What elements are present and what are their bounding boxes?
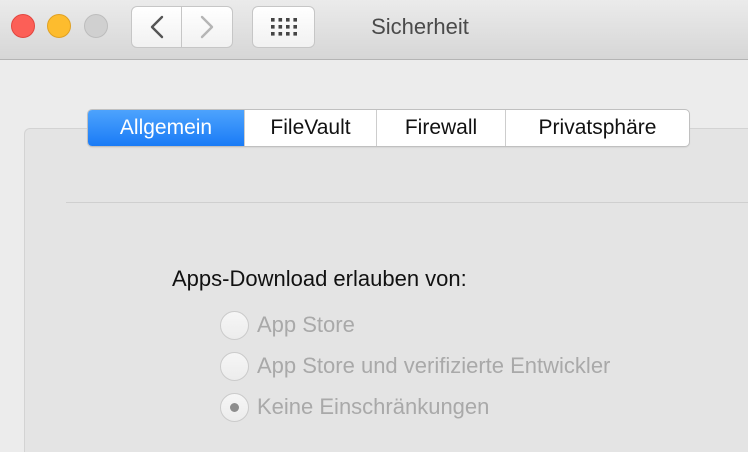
tab-bar: Allgemein FileVault Firewall Privatsphär… — [87, 109, 690, 147]
window-title: Sicherheit — [371, 14, 469, 39]
radio-option-app-store[interactable]: App Store — [220, 309, 355, 341]
chevron-left-icon — [150, 15, 163, 39]
radio-label: App Store und verifizierte Entwickler — [257, 353, 611, 378]
section-divider — [66, 202, 748, 203]
radio-label: App Store — [257, 312, 355, 337]
radio-button[interactable] — [220, 310, 249, 340]
show-all-button[interactable] — [252, 6, 315, 48]
tab-privatsphaere[interactable]: Privatsphäre — [505, 110, 689, 146]
radio-button[interactable] — [220, 351, 249, 381]
chevron-right-icon — [200, 15, 214, 39]
radio-button[interactable] — [220, 392, 249, 422]
radio-option-app-store-verified[interactable]: App Store und verifizierte Entwickler — [220, 350, 610, 382]
apps-download-heading: Apps-Download erlauben von: — [172, 266, 467, 291]
tab-allgemein[interactable]: Allgemein — [88, 110, 244, 146]
radio-option-no-restrictions[interactable]: Keine Einschränkungen — [220, 391, 489, 423]
tab-filevault[interactable]: FileVault — [244, 110, 376, 146]
radio-label: Keine Einschränkungen — [257, 394, 490, 419]
minimize-window-button[interactable] — [47, 14, 71, 38]
title-bar: Sicherheit — [0, 0, 748, 60]
tab-firewall[interactable]: Firewall — [376, 110, 505, 146]
back-button[interactable] — [131, 6, 182, 48]
zoom-window-button[interactable] — [84, 14, 108, 38]
forward-button[interactable] — [182, 6, 233, 48]
radio-selected-dot — [230, 402, 239, 412]
show-all-grid-icon — [270, 18, 297, 36]
close-window-button[interactable] — [11, 14, 35, 38]
